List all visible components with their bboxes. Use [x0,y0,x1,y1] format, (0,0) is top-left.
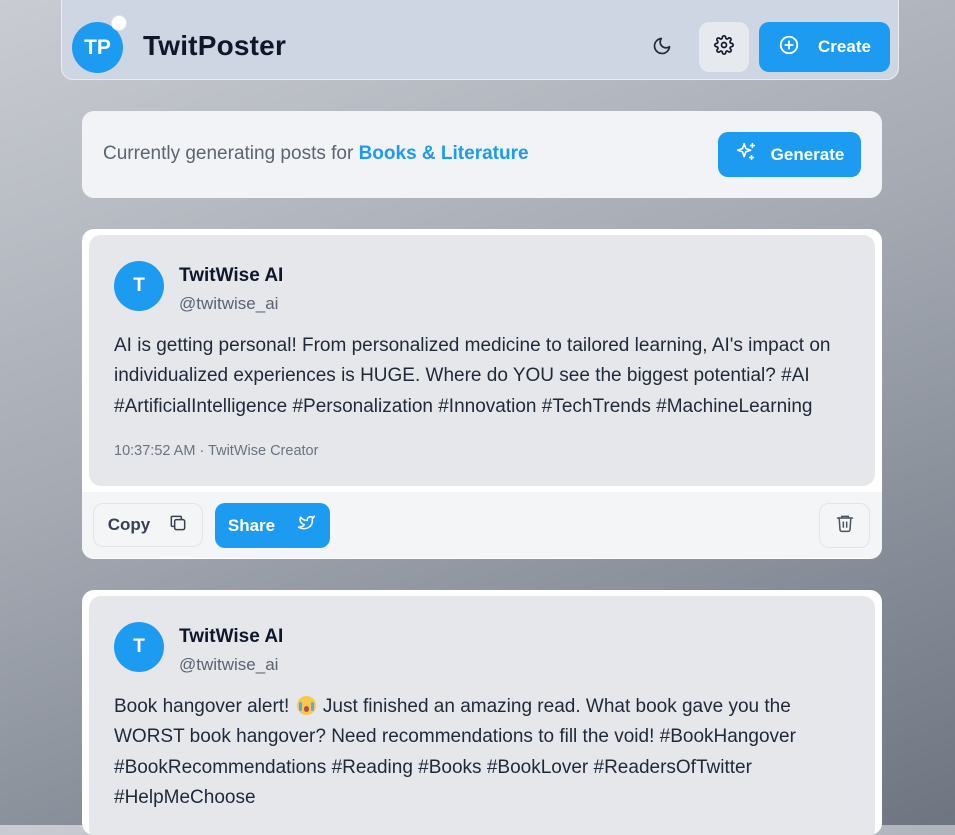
moon-icon [652,36,672,61]
copy-button-label: Copy [107,515,151,534]
post-text: Book hangover alert! Just finished an am… [114,692,854,813]
avatar: T [114,261,164,311]
twitter-bird-icon [295,513,317,538]
post-actions: Copy Share [82,492,882,558]
sparkles-icon [735,141,757,168]
theme-toggle-button[interactable] [642,30,682,66]
gear-icon [714,34,734,60]
generate-button[interactable]: Generate [718,132,861,177]
app-title: TwitPoster [143,30,287,61]
trash-icon [835,513,855,538]
author-handle: @twitwise_ai [179,294,279,313]
status-dot [111,15,127,31]
share-button[interactable]: Share [215,503,330,548]
avatar-initial: T [133,275,145,296]
create-button-label: Create [818,37,871,56]
copy-icon [168,513,188,538]
avatar-initial: T [133,636,145,657]
author-name: TwitWise AI [179,626,284,647]
post-card: T TwitWise AI @twitwise_ai AI is getting… [82,229,882,559]
settings-button[interactable] [699,22,749,72]
post-card: T TwitWise AI @twitwise_ai Book hangover… [82,590,882,835]
copy-button[interactable]: Copy [93,503,203,547]
generator-status: Currently generating posts for Books & L… [103,143,529,165]
post-content: T TwitWise AI @twitwise_ai Book hangover… [89,596,875,835]
author-name: TwitWise AI [179,265,284,286]
generator-topic[interactable]: Books & Literature [359,143,529,164]
generator-panel: Currently generating posts for Books & L… [82,111,882,198]
generator-prefix: Currently generating posts for [103,143,359,164]
avatar: T [114,622,164,672]
share-button-label: Share [227,515,276,535]
logo-initials: TP [84,35,111,59]
app-header: TP TwitPoster Create [61,0,899,80]
post-content: T TwitWise AI @twitwise_ai AI is getting… [89,235,875,486]
plus-circle-icon [778,34,800,61]
post-text-start: Book hangover alert! [114,696,295,717]
delete-button[interactable] [819,503,870,548]
author-handle: @twitwise_ai [179,655,279,674]
post-timestamp: 10:37:52 AM · TwitWise Creator [114,443,319,459]
generate-button-label: Generate [770,144,845,164]
create-button[interactable]: Create [759,22,890,72]
post-text: AI is getting personal! From personalize… [114,335,831,417]
crying-face-emoji-icon [296,696,316,715]
